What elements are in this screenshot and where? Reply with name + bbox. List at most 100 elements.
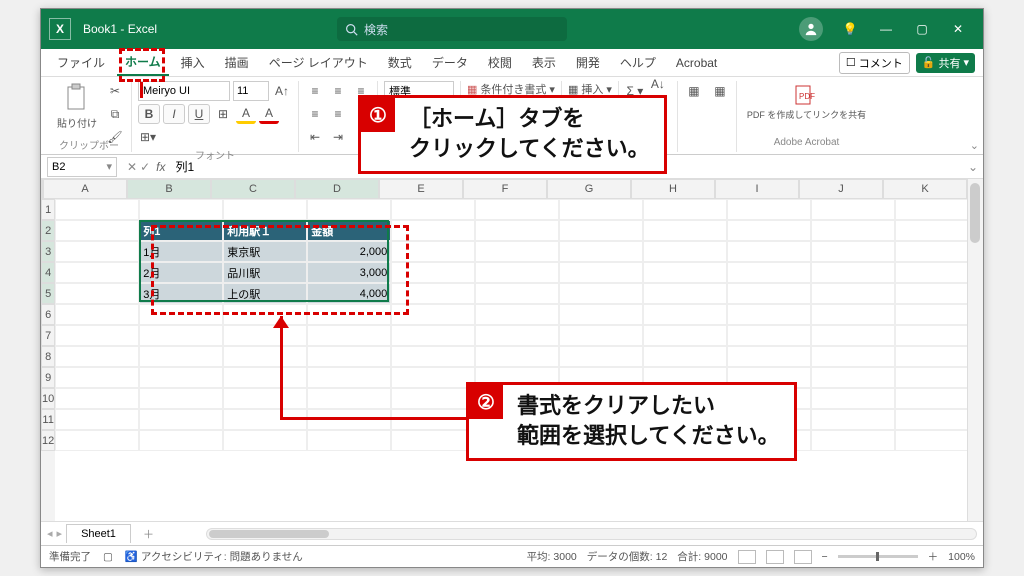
tab-insert[interactable]: 挿入 <box>173 50 213 75</box>
row-header[interactable]: 9 <box>41 367 55 388</box>
indent-decrease-icon[interactable]: ⇤ <box>305 127 325 147</box>
analyze-icon[interactable]: ▦ <box>710 81 730 101</box>
column-header[interactable]: D <box>295 179 379 199</box>
bold-button[interactable]: B <box>138 104 160 124</box>
cell[interactable] <box>811 262 895 283</box>
cell[interactable] <box>307 388 391 409</box>
cell[interactable] <box>643 304 727 325</box>
column-header[interactable]: B <box>127 179 211 199</box>
tab-data[interactable]: データ <box>424 50 476 75</box>
cell[interactable] <box>55 325 139 346</box>
ribbon-collapse-icon[interactable]: ⌄ <box>970 139 979 152</box>
cell[interactable] <box>55 430 139 451</box>
cell[interactable] <box>391 304 475 325</box>
cell[interactable] <box>55 304 139 325</box>
cell[interactable] <box>811 430 895 451</box>
cell[interactable]: 上の駅 <box>223 283 307 304</box>
worksheet-grid[interactable]: ABCDEFGHIJKLM 123456789101112 列1利用駅１金額1月… <box>41 179 983 521</box>
enter-formula-icon[interactable]: ✓ <box>140 160 150 174</box>
cell[interactable] <box>895 430 967 451</box>
vertical-scrollbar[interactable] <box>967 179 983 521</box>
row-header[interactable]: 3 <box>41 241 55 262</box>
view-pagebreak-icon[interactable] <box>794 550 812 564</box>
column-header[interactable]: J <box>799 179 883 199</box>
row-header[interactable]: 2 <box>41 220 55 241</box>
tab-formulas[interactable]: 数式 <box>380 50 420 75</box>
italic-button[interactable]: I <box>163 104 185 124</box>
row-header[interactable]: 12 <box>41 430 55 451</box>
cell[interactable] <box>139 199 223 220</box>
cell[interactable] <box>727 199 811 220</box>
horizontal-scrollbar[interactable] <box>206 528 977 540</box>
cut-icon[interactable]: ✂ <box>105 81 125 101</box>
cell[interactable] <box>139 409 223 430</box>
cells-area[interactable]: 列1利用駅１金額1月東京駅2,0002月品川駅3,0003月上の駅4,000 <box>55 199 967 521</box>
cell[interactable] <box>475 325 559 346</box>
cell[interactable] <box>223 304 307 325</box>
cell[interactable] <box>895 283 967 304</box>
macro-record-icon[interactable]: ▢ <box>103 551 113 563</box>
user-avatar[interactable] <box>799 17 823 41</box>
cell[interactable] <box>139 304 223 325</box>
column-header[interactable]: K <box>883 179 967 199</box>
paste-button[interactable]: 貼り付け <box>53 81 101 132</box>
cell[interactable] <box>811 283 895 304</box>
tab-help[interactable]: ヘルプ <box>612 50 664 75</box>
cell[interactable] <box>559 241 643 262</box>
cell[interactable] <box>811 199 895 220</box>
cell[interactable] <box>391 262 475 283</box>
cell[interactable] <box>643 199 727 220</box>
cell[interactable] <box>727 283 811 304</box>
cell[interactable] <box>727 325 811 346</box>
copy-icon[interactable]: ⧉ <box>105 104 125 124</box>
cell[interactable] <box>475 262 559 283</box>
cell[interactable] <box>55 262 139 283</box>
cell[interactable] <box>643 220 727 241</box>
cell[interactable] <box>559 220 643 241</box>
cell[interactable] <box>223 367 307 388</box>
cell[interactable] <box>55 220 139 241</box>
cell[interactable] <box>223 346 307 367</box>
comments-button[interactable]: ☐ コメント <box>839 52 910 74</box>
row-header[interactable]: 4 <box>41 262 55 283</box>
cell[interactable] <box>139 388 223 409</box>
name-box[interactable]: B2 ▾ <box>47 157 117 177</box>
cell[interactable] <box>307 346 391 367</box>
sheet-nav-prev[interactable]: ◂ <box>47 527 53 540</box>
cell[interactable] <box>895 388 967 409</box>
cell[interactable] <box>811 304 895 325</box>
share-button[interactable]: 🔓 共有 ▾ <box>916 53 975 73</box>
cell[interactable] <box>895 220 967 241</box>
cell[interactable] <box>727 220 811 241</box>
cell[interactable] <box>391 199 475 220</box>
row-header[interactable]: 5 <box>41 283 55 304</box>
cell[interactable] <box>559 304 643 325</box>
cell[interactable] <box>223 199 307 220</box>
zoom-in-button[interactable]: ＋ <box>928 549 939 564</box>
cell[interactable] <box>559 346 643 367</box>
accessibility-status[interactable]: ♿ アクセシビリティ: 問題ありません <box>125 549 303 564</box>
tab-home[interactable]: ホーム <box>117 49 169 76</box>
align-middle-icon[interactable]: ≡ <box>328 81 348 101</box>
cell[interactable] <box>727 304 811 325</box>
align-top-icon[interactable]: ≡ <box>305 81 325 101</box>
cell[interactable]: 1月 <box>139 241 223 262</box>
row-header[interactable]: 8 <box>41 346 55 367</box>
underline-button[interactable]: U <box>188 104 210 124</box>
align-left-icon[interactable]: ≡ <box>305 104 325 124</box>
cell[interactable] <box>811 220 895 241</box>
zoom-level[interactable]: 100% <box>948 551 975 563</box>
cell[interactable] <box>391 325 475 346</box>
cell[interactable] <box>475 304 559 325</box>
cell[interactable] <box>475 199 559 220</box>
row-header[interactable]: 1 <box>41 199 55 220</box>
cell[interactable]: 3月 <box>139 283 223 304</box>
column-header[interactable]: H <box>631 179 715 199</box>
view-pagelayout-icon[interactable] <box>766 550 784 564</box>
cell[interactable]: 金額 <box>307 220 391 241</box>
cell[interactable]: 4,000 <box>307 283 391 304</box>
cell[interactable] <box>895 325 967 346</box>
column-header[interactable]: I <box>715 179 799 199</box>
cell[interactable] <box>895 367 967 388</box>
border-button[interactable]: ⊞ <box>213 104 233 124</box>
